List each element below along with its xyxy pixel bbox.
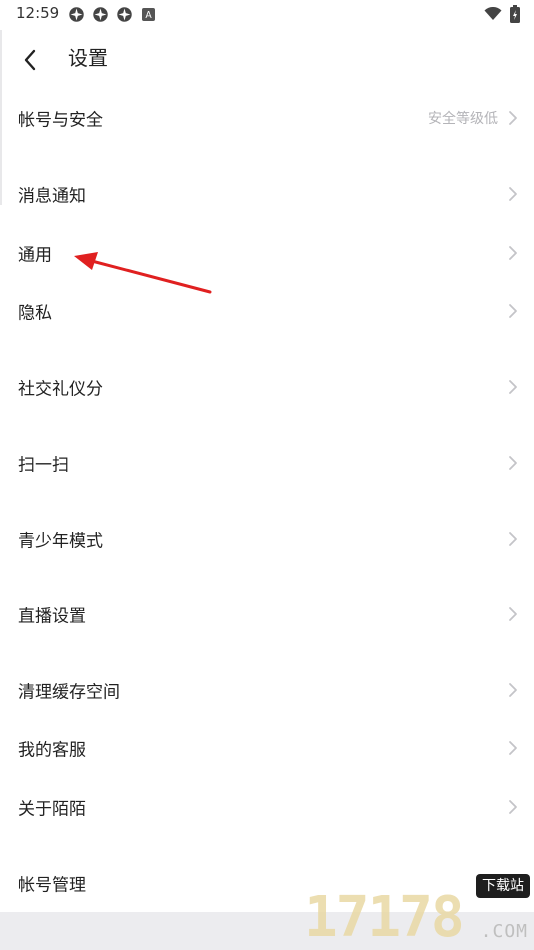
settings-item-label: 隐私 [18, 303, 52, 324]
back-arrow-icon [24, 49, 36, 71]
notification-icon-1 [69, 7, 84, 22]
status-time: 12:59 [16, 4, 60, 22]
settings-item-live-settings[interactable]: 直播设置 [0, 587, 534, 641]
settings-item-label: 社交礼仪分 [18, 379, 103, 400]
back-button[interactable] [14, 44, 46, 76]
settings-item-label: 帐号管理 [18, 875, 86, 896]
settings-item-teen-mode[interactable]: 青少年模式 [0, 512, 534, 566]
battery-icon [510, 5, 520, 23]
settings-item-label: 关于陌陌 [18, 799, 86, 820]
settings-item-label: 帐号与安全 [18, 110, 103, 131]
watermark-suffix: .COM [480, 921, 528, 942]
chevron-right-icon [509, 456, 517, 470]
settings-item-account-security[interactable]: 帐号与安全 安全等级低 [0, 91, 534, 145]
chevron-right-icon [509, 246, 517, 260]
watermark-number: 17178 [304, 885, 465, 950]
watermark-badge: 下载站 [476, 874, 530, 898]
settings-item-label: 扫一扫 [18, 455, 69, 476]
settings-item-label: 通用 [18, 245, 52, 266]
settings-item-label: 直播设置 [18, 606, 86, 627]
header: 设置 [0, 30, 534, 88]
chevron-right-icon [509, 741, 517, 755]
chevron-right-icon [509, 607, 517, 621]
chevron-right-icon [509, 532, 517, 546]
annotation-arrow [74, 252, 212, 294]
wifi-icon [484, 7, 502, 20]
settings-item-about[interactable]: 关于陌陌 [0, 780, 534, 834]
notification-icon-3 [117, 7, 132, 22]
settings-item-clear-cache[interactable]: 清理缓存空间 [0, 663, 534, 717]
settings-item-social-score[interactable]: 社交礼仪分 [0, 360, 534, 414]
svg-text:A: A [145, 10, 152, 21]
settings-item-label: 青少年模式 [18, 531, 103, 552]
notification-icon-2 [93, 7, 108, 22]
page-title: 设置 [68, 46, 108, 70]
settings-item-scan[interactable]: 扫一扫 [0, 436, 534, 490]
settings-item-label: 消息通知 [18, 186, 86, 207]
status-right [484, 5, 520, 23]
chevron-right-icon [509, 304, 517, 318]
chevron-right-icon [509, 683, 517, 697]
status-bar: 12:59 A [0, 0, 534, 30]
a-icon: A [142, 8, 155, 21]
chevron-right-icon [509, 111, 517, 125]
watermark: 17178 下载站 .COM [304, 874, 530, 948]
settings-item-label: 清理缓存空间 [18, 682, 120, 703]
chevron-right-icon [509, 800, 517, 814]
settings-item-label: 我的客服 [18, 740, 86, 761]
settings-item-customer-service[interactable]: 我的客服 [0, 721, 534, 775]
chevron-right-icon [509, 187, 517, 201]
security-level-value: 安全等级低 [428, 111, 498, 127]
settings-item-notifications[interactable]: 消息通知 [0, 167, 534, 221]
chevron-right-icon [509, 380, 517, 394]
